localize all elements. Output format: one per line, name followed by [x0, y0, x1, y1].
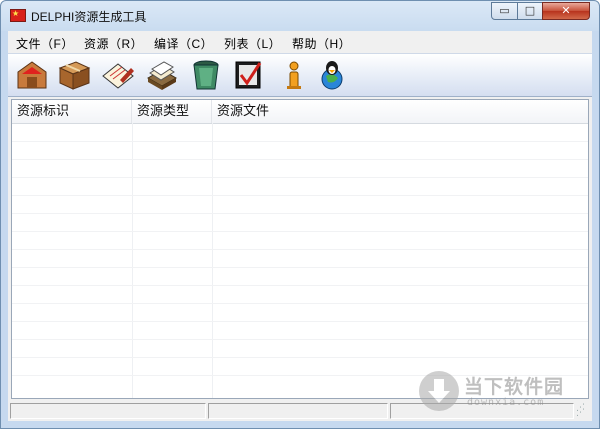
title-bar[interactable]: ★ DELPHI资源生成工具 ▭ □ ✕ [1, 1, 599, 31]
recycle-bin-icon[interactable] [188, 58, 224, 92]
row-divider [12, 195, 588, 196]
row-divider [12, 267, 588, 268]
row-divider [12, 213, 588, 214]
menu-help[interactable]: 帮助（H） [292, 35, 351, 52]
column-header-resource-file[interactable]: 资源文件 [212, 100, 588, 123]
status-panel [208, 403, 388, 419]
house-box-icon[interactable] [14, 58, 50, 92]
row-divider [12, 285, 588, 286]
client-area: 文件（F） 资源（R） 编译（C） 列表（L） 帮助（H） 资源标识 资源类型 … [8, 31, 592, 421]
china-flag-icon: ★ [10, 9, 26, 22]
app-window: ★ DELPHI资源生成工具 ▭ □ ✕ 文件（F） 资源（R） 编译（C） 列… [0, 0, 600, 429]
download-arrow-logo [419, 371, 459, 411]
row-divider [12, 357, 588, 358]
watermark-url: downxia.com [467, 397, 545, 408]
close-button[interactable]: ✕ [542, 2, 590, 20]
column-header-resource-id[interactable]: 资源标识 [12, 100, 132, 123]
status-panel [10, 403, 206, 419]
compile-check-icon[interactable] [230, 58, 266, 92]
watermark-title: 当下软件园 [464, 376, 565, 398]
penguin-globe-icon[interactable] [314, 58, 350, 92]
column-header-resource-type[interactable]: 资源类型 [132, 100, 212, 123]
menu-compile[interactable]: 编译（C） [154, 35, 213, 52]
row-divider [12, 321, 588, 322]
menu-file[interactable]: 文件（F） [16, 35, 74, 52]
row-divider [12, 303, 588, 304]
toolbar [8, 53, 592, 97]
cardboard-box-icon[interactable] [56, 58, 92, 92]
row-divider [12, 231, 588, 232]
window-title: DELPHI资源生成工具 [31, 10, 147, 24]
menu-resource[interactable]: 资源（R） [84, 35, 143, 52]
menu-bar: 文件（F） 资源（R） 编译（C） 列表（L） 帮助（H） [8, 31, 592, 53]
row-divider [12, 177, 588, 178]
watermark: 当下软件园 downxia.com [419, 369, 589, 414]
info-icon[interactable] [276, 58, 312, 92]
card-file-icon[interactable] [144, 58, 180, 92]
row-divider [12, 339, 588, 340]
row-divider [12, 141, 588, 142]
row-divider [12, 159, 588, 160]
resource-list[interactable]: 资源标识 资源类型 资源文件 [11, 99, 589, 399]
row-divider [12, 249, 588, 250]
minimize-button[interactable]: ▭ [491, 2, 518, 20]
maximize-button[interactable]: □ [517, 2, 543, 20]
edit-card-icon[interactable] [100, 58, 136, 92]
menu-list[interactable]: 列表（L） [224, 35, 281, 52]
list-header: 资源标识 资源类型 资源文件 [12, 100, 588, 124]
